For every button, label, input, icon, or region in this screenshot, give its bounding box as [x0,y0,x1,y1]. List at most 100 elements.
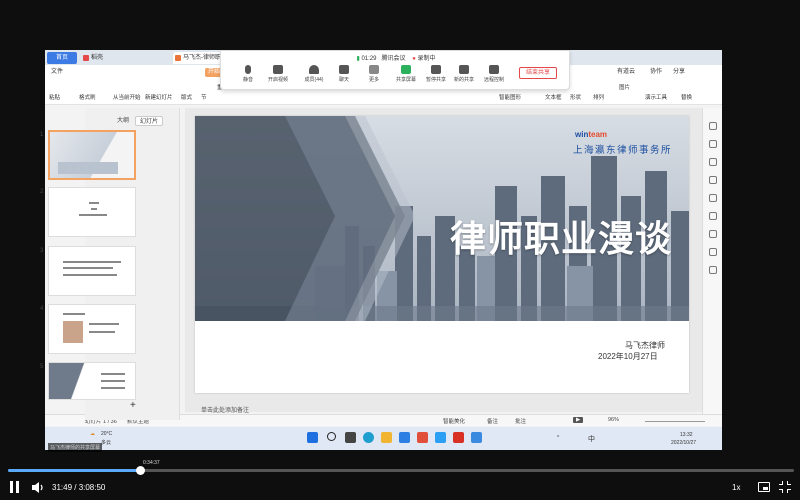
remote-control-button[interactable]: 远程控制 [479,65,509,83]
notes-area[interactable]: 单击此处添加备注 [185,404,722,414]
folder-icon[interactable] [381,432,392,443]
slide-thumbnail-2[interactable] [48,187,136,237]
comments-toggle[interactable]: 批注 [515,417,526,425]
input-language[interactable]: 中 [588,434,595,444]
new-share-label: 新的共享 [453,77,474,83]
playback-speed-button[interactable]: 1x [732,483,740,492]
thumb-content [101,380,125,382]
members-button[interactable]: 成员(44) [299,65,329,83]
pause-icon [16,481,19,493]
taskview-icon[interactable] [345,432,356,443]
layout-button[interactable]: 版式 [181,93,192,101]
end-share-button[interactable]: 结束共享 [519,67,557,79]
replace-button[interactable]: 替换 [681,93,692,101]
section-button[interactable]: 节 [201,93,207,101]
meeting-status: ▮ 01:29 腾讯会议 ● 录制中 [221,53,571,62]
tab-docer[interactable]: 稻壳 [81,52,107,64]
mute-button[interactable]: 静音 [233,65,263,83]
right-tool-icon[interactable] [709,212,717,220]
chat-button[interactable]: 聊天 [329,65,359,83]
hover-time-tooltip: 0:34:37 [143,460,160,466]
picture-in-picture-icon[interactable] [758,482,770,492]
play-current-button[interactable]: 从当前开始 [113,93,141,101]
menu-collab[interactable]: 协作 [650,65,662,79]
slide-thumbnail-3[interactable] [48,246,136,296]
menu-youdao[interactable]: 有道云 [617,65,635,79]
browser-icon[interactable] [435,432,446,443]
exit-fullscreen-icon[interactable] [779,481,791,493]
right-tool-icon[interactable] [709,266,717,274]
recording-icon: ● [412,56,416,62]
ppt-icon [175,55,181,61]
zoom-slider[interactable] [645,421,705,422]
new-share-icon [459,65,469,74]
presentation-tools-button[interactable]: 演示工具 [645,93,667,101]
pause-share-icon [431,65,441,74]
textbox-button[interactable]: 文本框 [545,93,562,101]
thumb-content [89,331,115,333]
more-button[interactable]: 更多 [359,65,389,83]
add-slide-button[interactable]: + [130,400,136,411]
arrange-button[interactable]: 排列 [593,93,604,101]
right-tool-icon[interactable] [709,194,717,202]
beautify-button[interactable]: 智能美化 [443,417,465,425]
shape-button[interactable]: 形状 [570,93,581,101]
start-icon[interactable] [307,432,318,443]
main-slide[interactable]: winteam 上海瀛东律师事务所 律师职业漫谈 马飞杰律师 2022年10月2… [195,116,689,393]
right-tool-icon[interactable] [709,122,717,130]
slide-thumbnail-4[interactable] [48,304,136,354]
smartart-button[interactable]: 智能图形 [499,93,521,101]
right-tool-icon[interactable] [709,230,717,238]
pause-button[interactable] [9,481,20,493]
right-tool-icon[interactable] [709,158,717,166]
thumb-content [91,208,97,210]
right-tool-icon[interactable] [709,140,717,148]
thumb-number: 3 [40,248,44,254]
notes-placeholder: 单击此处添加备注 [201,408,250,414]
play-slideshow-button[interactable]: ▶ [573,417,584,423]
volume-icon[interactable] [32,482,46,493]
weather-temp: 20°C [101,431,113,437]
new-slide-button[interactable]: 新建幻灯片 [145,93,173,101]
meeting-app-icon[interactable] [399,432,410,443]
menu-file[interactable]: 文件 [51,65,63,79]
thumb-content [63,313,85,315]
wps-pdf-icon[interactable] [453,432,464,443]
edge-icon[interactable] [363,432,374,443]
format-painter-button[interactable]: 格式刷 [79,93,96,101]
tray-up-icon[interactable]: ^ [557,435,559,441]
weather-icon: ☁ [90,431,95,437]
pause-share-button[interactable]: 暂停共享 [421,65,451,83]
thumb-number: 2 [40,189,44,195]
right-tool-icon[interactable] [709,248,717,256]
pause-share-label: 暂停共享 [425,77,446,83]
progress-handle[interactable] [136,466,146,475]
tab-home[interactable]: 首页 [47,52,77,64]
progress-bar[interactable] [8,466,794,475]
thumb-content [63,321,83,343]
thumb-content [89,323,119,325]
new-share-button[interactable]: 新的共享 [449,65,479,83]
search-icon[interactable] [327,432,336,441]
menu-share[interactable]: 分享 [673,65,685,79]
notes-toggle[interactable]: 备注 [487,417,498,425]
app-icon[interactable] [471,432,482,443]
tab-outline[interactable]: 大纲 [113,116,133,126]
mute-label: 静音 [242,77,253,83]
paste-button[interactable]: 粘贴 [49,93,60,101]
remote-control-label: 远程控制 [483,77,504,83]
picture-button[interactable]: 图片 [619,83,630,91]
thumb-content [58,162,118,174]
tab-presentation[interactable]: 马飞杰-律师职... [173,52,226,64]
slide-thumbnail-1[interactable] [48,130,136,180]
clock-time: 13:32 [680,432,693,438]
windows-taskbar: ☁ 20°C 多云 ^ 中 13:32 2022/10/27 [45,427,722,450]
right-tool-icon[interactable] [709,176,717,184]
share-screen-button[interactable]: 共享屏幕 [391,65,421,83]
share-screen-label: 共享屏幕 [395,77,416,83]
slide-thumbnail-5[interactable] [48,362,136,400]
wps-icon[interactable] [417,432,428,443]
zoom-level[interactable]: 96% [608,417,619,423]
tab-slides[interactable]: 幻灯片 [135,116,164,126]
video-button[interactable]: 开启视频 [263,65,293,83]
